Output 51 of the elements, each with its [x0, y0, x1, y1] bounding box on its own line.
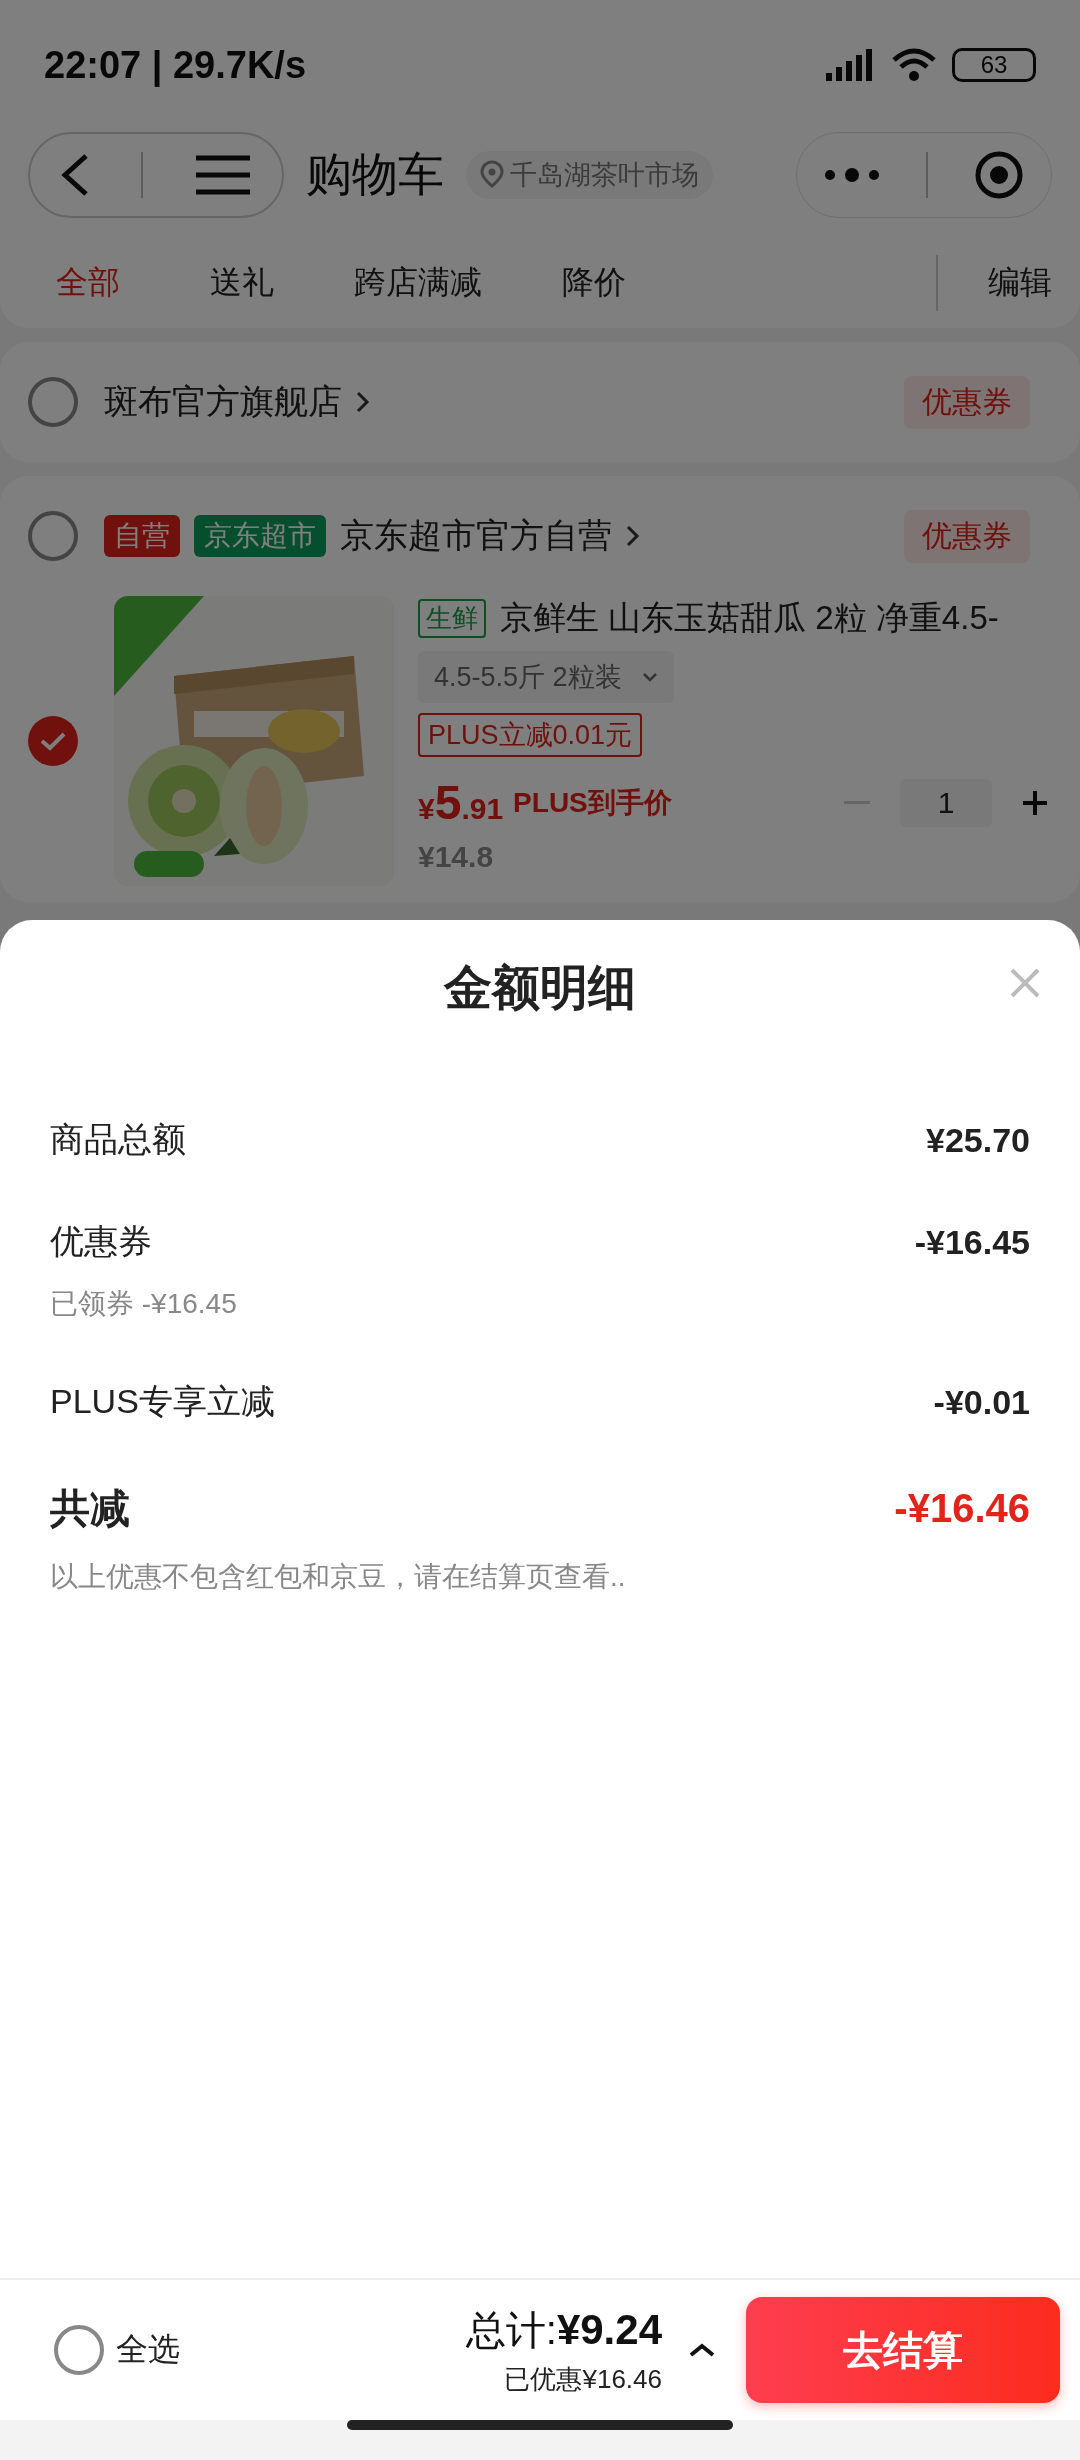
detail-label: 商品总额: [50, 1119, 186, 1160]
filter-tab[interactable]: 全部: [56, 261, 120, 305]
store-name[interactable]: 京东超市官方自营: [340, 513, 612, 559]
checkbox[interactable]: [28, 377, 78, 427]
total-discount-label: 共减: [50, 1485, 130, 1532]
chevron-icon: [356, 390, 370, 414]
coupon-button[interactable]: 优惠券: [904, 509, 1030, 563]
location-chip[interactable]: 千岛湖茶叶市场: [466, 151, 713, 199]
wifi-icon: [890, 46, 938, 84]
store-badge: 京东超市: [194, 515, 326, 557]
checkout-button[interactable]: 去结算: [746, 2297, 1060, 2403]
store-badge: 自营: [104, 515, 180, 557]
check-icon: [40, 731, 66, 751]
page-title: 购物车: [306, 147, 444, 202]
store-name[interactable]: 斑布官方旗舰店: [104, 379, 342, 425]
sheet-title: 金额明细: [444, 959, 636, 1016]
checkbox[interactable]: [54, 2325, 104, 2375]
total-price: 总计:¥9.24: [465, 2305, 662, 2355]
category-tag: 生鲜: [418, 599, 486, 638]
chevron-down-icon: [641, 672, 658, 682]
spec-selector[interactable]: 4.5-5.5斤 2粒装: [418, 651, 674, 703]
original-price: ¥14.8: [418, 840, 495, 874]
filter-tab[interactable]: 跨店满减: [354, 261, 482, 305]
detail-label: 优惠券: [50, 1221, 152, 1262]
quantity-field[interactable]: 1: [900, 778, 992, 827]
detail-note: 已领券 -¥16.45: [50, 1287, 238, 1321]
select-all-label[interactable]: 全选: [116, 2328, 180, 2372]
checked-checkbox[interactable]: [28, 716, 78, 766]
coupon-button[interactable]: 优惠券: [904, 375, 1030, 429]
promo-tag: PLUS立减0.01元: [418, 713, 643, 757]
filter-tab[interactable]: 降价: [562, 261, 626, 305]
minus-icon: [844, 800, 870, 805]
price-note: PLUS到手价: [513, 785, 672, 820]
location-pin-icon: [480, 160, 504, 190]
filter-tab[interactable]: 送礼: [210, 261, 274, 305]
detail-label: PLUS专享立减: [50, 1381, 275, 1422]
total-discount-value: -¥16.46: [894, 1486, 1030, 1531]
detail-value: -¥16.45: [914, 1222, 1030, 1262]
caret-icon[interactable]: [688, 2342, 716, 2358]
saved-amount: 已优惠¥16.46: [504, 2363, 662, 2396]
price: ¥5.91: [418, 775, 504, 830]
chevron-icon: [626, 524, 640, 548]
status-time: 22:07 | 29.7K/s: [44, 43, 307, 87]
checkbox[interactable]: [28, 511, 78, 561]
detail-value: ¥25.70: [926, 1120, 1030, 1160]
edit-button[interactable]: 编辑: [936, 255, 1080, 311]
footnote: 以上优惠不包含红包和京豆，请在结算页查看..: [50, 1560, 627, 1594]
more-icon: [824, 165, 880, 185]
product-title[interactable]: 京鲜生 山东玉菇甜瓜 2粒 净重4.5-: [500, 596, 999, 641]
battery-level: 63: [952, 48, 1036, 82]
detail-value: -¥0.01: [933, 1382, 1030, 1422]
